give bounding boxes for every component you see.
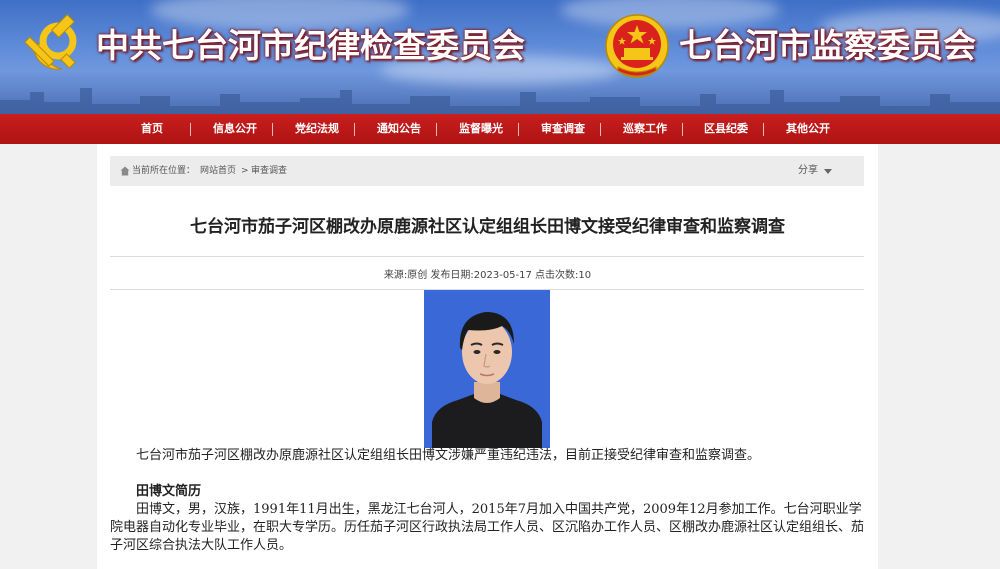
portrait-photo bbox=[424, 290, 550, 448]
national-emblem-icon bbox=[605, 14, 669, 78]
nav-divider bbox=[518, 123, 519, 136]
nav-divider bbox=[190, 123, 191, 136]
city-skyline-decoration bbox=[0, 88, 1000, 114]
nav-item-review-investigation[interactable]: 审查调查 bbox=[541, 114, 585, 144]
share-button[interactable]: 分享 bbox=[798, 156, 818, 186]
resume-subheading: 田博文简历 bbox=[136, 484, 202, 499]
hammer-sickle-emblem-icon bbox=[24, 13, 77, 70]
article-panel: 当前所在位置： 网站首页 > 审查调查 分享 七台河市茄子河区棚改办原鹿源社区认… bbox=[97, 144, 878, 569]
nav-item-home[interactable]: 首页 bbox=[141, 114, 163, 144]
supervision-commission-title: 七台河市监察委员会 bbox=[679, 26, 976, 65]
nav-divider bbox=[272, 123, 273, 136]
caret-down-icon[interactable] bbox=[824, 169, 832, 174]
article-title: 七台河市茄子河区棚改办原鹿源社区认定组组长田博文接受纪律审查和监察调查 bbox=[190, 217, 785, 237]
breadcrumb-label: 当前所在位置： bbox=[132, 166, 196, 176]
title-divider bbox=[110, 256, 864, 257]
breadcrumb-home-link[interactable]: 网站首页 bbox=[200, 156, 236, 186]
nav-item-district-commissions[interactable]: 区县纪委 bbox=[704, 114, 748, 144]
nav-item-info-disclosure[interactable]: 信息公开 bbox=[213, 114, 257, 144]
nav-divider bbox=[354, 123, 355, 136]
breadcrumb: 当前所在位置： 网站首页 > 审查调查 分享 bbox=[110, 156, 864, 186]
site-header-banner: 中共七台河市纪律检查委员会 七台河市监察委员会 bbox=[0, 0, 1000, 114]
nav-item-party-regulations[interactable]: 党纪法规 bbox=[295, 114, 339, 144]
nav-divider bbox=[682, 123, 683, 136]
portrait-illustration bbox=[424, 290, 550, 448]
nav-divider bbox=[600, 123, 601, 136]
breadcrumb-separator: > bbox=[241, 166, 249, 176]
article-paragraph: 七台河市茄子河区棚改办原鹿源社区认定组组长田博文涉嫌严重违纪违法，目前正接受纪律… bbox=[136, 448, 761, 463]
nav-item-announcements[interactable]: 通知公告 bbox=[377, 114, 421, 144]
article-meta: 来源:原创 发布日期:2023-05-17 点击次数:10 bbox=[383, 270, 592, 281]
home-icon bbox=[120, 166, 130, 176]
main-navigation: 首页 信息公开 党纪法规 通知公告 监督曝光 审查调查 巡察工作 区县纪委 其他… bbox=[0, 114, 1000, 144]
nav-item-other-disclosure[interactable]: 其他公开 bbox=[786, 114, 830, 144]
nav-item-inspection-work[interactable]: 巡察工作 bbox=[623, 114, 667, 144]
breadcrumb-current-link[interactable]: 审查调查 bbox=[251, 156, 287, 186]
nav-divider bbox=[763, 123, 764, 136]
party-commission-title: 中共七台河市纪律检查委员会 bbox=[96, 26, 525, 65]
resume-paragraph: 田博文，男，汉族，1991年11月出生，黑龙江七台河人，2015年7月加入中国共… bbox=[110, 502, 865, 553]
nav-divider bbox=[436, 123, 437, 136]
nav-item-supervision-exposure[interactable]: 监督曝光 bbox=[459, 114, 503, 144]
